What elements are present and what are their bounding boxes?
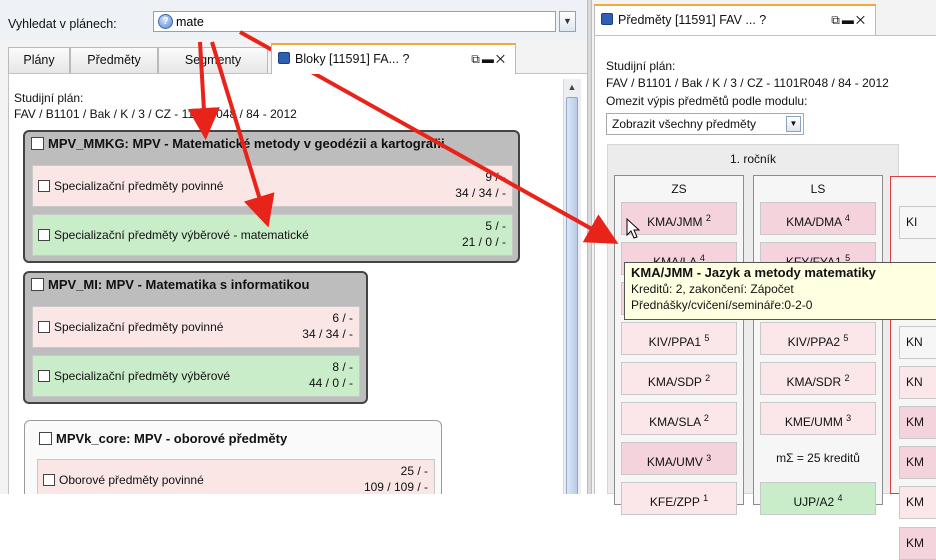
search-dropdown-button[interactable]: ▼ <box>559 11 576 32</box>
course-tile[interactable]: KMA/UMV 3 <box>621 442 737 475</box>
course-tile[interactable]: KMA/SDP 2 <box>621 362 737 395</box>
block-credits: 9 / -34 / 34 / - <box>455 170 506 200</box>
tab-window-controls[interactable]: ⧉▬✕ <box>471 45 507 73</box>
plan-value: FAV / B1101 / Bak / K / 3 / CZ - 1101R04… <box>14 107 297 121</box>
course-tile[interactable]: KN <box>899 366 936 399</box>
course-tile[interactable]: KM <box>899 446 936 479</box>
semester-label: LS <box>810 182 826 196</box>
year-column-next: KI KN KN KM KM KM KM <box>890 176 936 560</box>
course-tile[interactable]: UJP/A2 4 <box>760 482 876 515</box>
course-tile[interactable]: KMA/SDR 2 <box>760 362 876 395</box>
plan-label: Studijní plán: <box>606 59 676 73</box>
course-tile[interactable]: KM <box>899 406 936 439</box>
tab-segmenty[interactable]: Segmenty <box>158 47 268 73</box>
checkbox[interactable] <box>31 137 44 150</box>
course-tile[interactable]: KMA/DMA 4 <box>760 202 876 235</box>
module-title[interactable]: MPV_MI: MPV - Matematika s informatikou <box>31 277 310 292</box>
tab-window-controls[interactable]: ⧉▬✕ <box>831 6 867 34</box>
tab-bloky-label: Bloky [11591] FA... ? <box>295 52 410 66</box>
course-tile[interactable]: KME/UMM 3 <box>760 402 876 435</box>
block-item[interactable]: Specializační předměty výběrové 8 / -44 … <box>32 355 360 397</box>
vertical-scrollbar[interactable]: ▲ <box>563 79 581 494</box>
block-item[interactable]: Specializační předměty povinné 9 / -34 /… <box>32 165 513 207</box>
semester-label: ZS <box>671 182 687 196</box>
course-tile[interactable]: KFE/ZPP 1 <box>621 482 737 515</box>
tooltip-line: Přednášky/cvičení/semináře:0-2-0 <box>631 298 813 312</box>
tooltip-line: Kreditů: 2, zakončení: Zápočet <box>631 282 794 296</box>
view-icon <box>278 52 290 64</box>
module-mpv-mmkg: MPV_MMKG: MPV - Matematické metody v geo… <box>23 130 520 263</box>
module-title[interactable]: MPVk_core: MPV - oborové předměty <box>39 431 287 446</box>
mouse-cursor-icon <box>626 218 641 239</box>
tab-predmety[interactable]: Předměty <box>70 47 158 73</box>
block-item[interactable]: Specializační předměty povinné 6 / -34 /… <box>32 306 360 348</box>
left-tab-bar: Plány Předměty Segmenty Bloky [11591] FA… <box>8 43 587 74</box>
plan-label: Studijní plán: <box>14 91 84 105</box>
minimize-icon[interactable]: ▬ <box>482 52 496 66</box>
course-tile[interactable]: KMA/SLA 2 <box>621 402 737 435</box>
course-tile[interactable]: KIV/PPA2 5 <box>760 322 876 355</box>
detach-icon[interactable]: ⧉ <box>471 52 482 66</box>
checkbox[interactable] <box>38 229 50 241</box>
module-title[interactable]: MPV_MMKG: MPV - Matematické metody v geo… <box>31 136 445 151</box>
close-icon[interactable]: ✕ <box>496 52 507 66</box>
checkbox[interactable] <box>43 474 55 486</box>
scroll-up-icon[interactable]: ▲ <box>564 79 580 96</box>
close-icon[interactable]: ✕ <box>856 13 867 27</box>
scroll-thumb[interactable] <box>566 97 578 494</box>
module-mpv-mi: MPV_MI: MPV - Matematika s informatikou … <box>23 271 368 404</box>
chevron-down-icon[interactable]: ▼ <box>786 116 801 132</box>
plan-value: FAV / B1101 / Bak / K / 3 / CZ - 1101R04… <box>606 76 889 90</box>
block-credits: 8 / -44 / 0 / - <box>308 360 353 390</box>
search-label: Vyhledat v plánech: <box>8 17 117 31</box>
course-tile[interactable]: KM <box>899 486 936 519</box>
tab-bloky[interactable]: Bloky [11591] FA... ? ⧉▬✕ <box>271 43 516 74</box>
course-tile[interactable]: KN <box>899 326 936 359</box>
search-help-icon[interactable]: ? <box>158 14 173 29</box>
block-item[interactable]: Oborové předměty povinné 25 / -109 / 109… <box>37 459 435 494</box>
tab-predmety-detail[interactable]: Předměty [11591] FAV ... ? ⧉▬✕ <box>594 4 876 35</box>
block-credits: 25 / -109 / 109 / - <box>363 464 428 494</box>
block-credits: 5 / -21 / 0 / - <box>461 219 506 249</box>
module-filter-label: Omezit výpis předmětů podle modulu: <box>606 94 808 108</box>
block-item[interactable]: Specializační předměty výběrové - matema… <box>32 214 513 256</box>
search-input[interactable] <box>176 13 546 30</box>
block-credits: 6 / -34 / 34 / - <box>302 311 353 341</box>
course-tile[interactable]: KI <box>899 206 936 239</box>
module-filter-select[interactable]: Zobrazit všechny předměty ▼ <box>606 113 804 135</box>
module-mpvk-core: MPVk_core: MPV - oborové předměty Oborov… <box>24 420 442 494</box>
course-tooltip: KMA/JMM - Jazyk a metody matematiky Kred… <box>624 262 936 320</box>
search-bar: Vyhledat v plánech: ? ▼ <box>0 0 587 40</box>
checkbox[interactable] <box>38 321 50 333</box>
view-icon <box>601 13 613 25</box>
year-label: 1. ročník <box>729 152 777 166</box>
tab-predmety-detail-label: Předměty [11591] FAV ... ? <box>618 13 767 27</box>
checkbox[interactable] <box>38 370 50 382</box>
detach-icon[interactable]: ⧉ <box>831 13 842 27</box>
course-tile[interactable]: KM <box>899 527 936 560</box>
semester-ls: LS KMA/DMA 4KFY/FYA1 5KIV/PPA2 5KMA/SDR … <box>753 175 883 515</box>
checkbox[interactable] <box>39 432 52 445</box>
checkbox[interactable] <box>31 278 44 291</box>
tab-plany[interactable]: Plány <box>8 47 70 73</box>
tooltip-title: KMA/JMM - Jazyk a metody matematiky <box>631 265 876 280</box>
search-field[interactable]: ? <box>153 11 556 32</box>
credit-sum: mΣ = 25 kreditů <box>760 442 876 475</box>
course-tile[interactable]: KIV/PPA1 5 <box>621 322 737 355</box>
plans-panel: Vyhledat v plánech: ? ▼ Plány Předměty S… <box>0 0 587 494</box>
minimize-icon[interactable]: ▬ <box>842 13 856 27</box>
chevron-down-icon: ▼ <box>563 16 572 26</box>
checkbox[interactable] <box>38 180 50 192</box>
